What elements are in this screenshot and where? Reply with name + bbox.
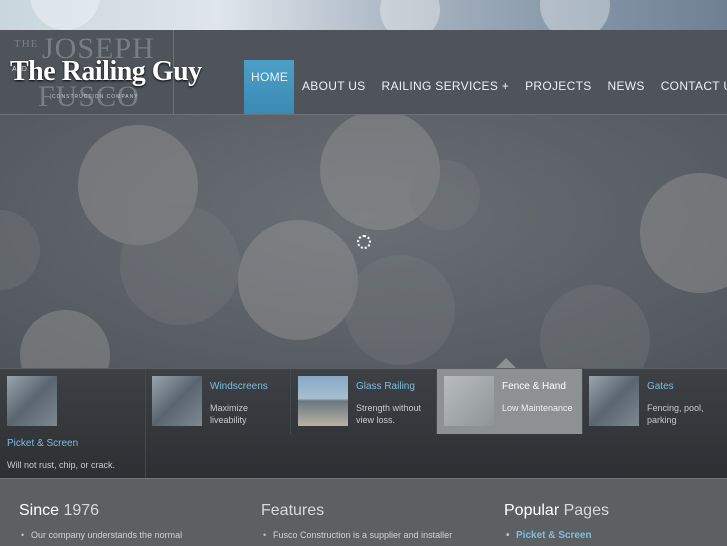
hero-slider[interactable] (0, 115, 727, 368)
thumb-glass-railing[interactable]: Glass Railing Strength without view loss… (291, 369, 437, 434)
nav-home[interactable]: HOME (244, 60, 294, 114)
thumb-picket-screen[interactable]: Picket & Screen Will not rust, chip, or … (0, 369, 146, 479)
top-banner-strip (0, 0, 727, 30)
footer-since-text: Our company understands the normal (21, 530, 182, 540)
logo-the-text: THE (14, 38, 39, 50)
thumb-image (298, 376, 348, 426)
nav-news[interactable]: NEWS (600, 60, 653, 112)
active-thumb-pointer (496, 358, 516, 368)
nav-railing-services[interactable]: RAILING SERVICES + (374, 60, 518, 112)
footer-popular-heading: Popular Pages (504, 502, 609, 520)
thumb-title: Fence & Hand (502, 381, 566, 392)
bokeh (345, 255, 455, 365)
bokeh (30, 0, 100, 30)
bokeh (380, 0, 440, 30)
footer-features-text: Fusco Construction is a supplier and ins… (263, 530, 452, 540)
bokeh (540, 285, 650, 368)
heading-strong: Since (19, 502, 60, 519)
heading-light: 1976 (59, 502, 100, 519)
thumb-title: Windscreens (210, 381, 268, 392)
thumb-image (589, 376, 639, 426)
footer-since-column: Since 1976 Our company understands the n… (19, 502, 182, 540)
thumb-desc: Fencing, pool, parking (647, 403, 704, 425)
heading-strong: Popular (504, 502, 560, 519)
thumb-image (7, 376, 57, 426)
thumb-desc: Will not rust, chip, or crack. (7, 460, 116, 470)
bokeh (410, 160, 480, 230)
site-logo[interactable]: THE JOSEPH FUSCO AND The Railing Guy CON… (8, 30, 202, 114)
nav-contact-us[interactable]: CONTACT US (653, 60, 727, 112)
main-nav: HOME ABOUT US RAILING SERVICES + PROJECT… (244, 30, 727, 114)
thumb-desc: Maximize liveability (210, 403, 249, 425)
bokeh (640, 173, 727, 293)
thumb-gates[interactable]: Gates Fencing, pool, parking (582, 369, 727, 434)
bokeh (540, 0, 610, 30)
logo-tagline: CONSTRUCTION COMPANY (52, 94, 139, 100)
thumb-image (444, 376, 494, 426)
thumb-image (152, 376, 202, 426)
bokeh (120, 205, 240, 325)
thumb-title: Gates (647, 381, 674, 392)
bokeh (20, 310, 110, 368)
heading-light: Pages (559, 502, 609, 519)
thumbnail-strip: Picket & Screen Will not rust, chip, or … (0, 368, 727, 479)
footer-link-picket-screen[interactable]: Picket & Screen (506, 530, 609, 541)
thumb-desc: Strength without view loss. (356, 403, 422, 425)
nav-about-us[interactable]: ABOUT US (294, 60, 374, 112)
nav-projects[interactable]: PROJECTS (517, 60, 599, 112)
footer-features-column: Features Fusco Construction is a supplie… (261, 502, 452, 540)
footer-popular-column: Popular Pages Picket & Screen (504, 502, 609, 541)
thumb-windscreens[interactable]: Windscreens Maximize liveability (145, 369, 291, 434)
thumb-desc: Low Maintenance (502, 403, 573, 413)
spinner-icon (357, 235, 371, 249)
thumb-title: Picket & Screen (7, 438, 79, 449)
heading-light: Features (261, 502, 325, 519)
thumb-title: Glass Railing (356, 381, 415, 392)
bokeh (238, 220, 358, 340)
footer-features-heading: Features (261, 502, 452, 520)
footer-since-heading: Since 1976 (19, 502, 182, 520)
bokeh (0, 210, 40, 290)
footer: Since 1976 Our company understands the n… (0, 478, 727, 546)
logo-main-text: The Railing Guy (10, 56, 202, 87)
thumb-fence-hand[interactable]: Fence & Hand Low Maintenance (437, 369, 583, 434)
